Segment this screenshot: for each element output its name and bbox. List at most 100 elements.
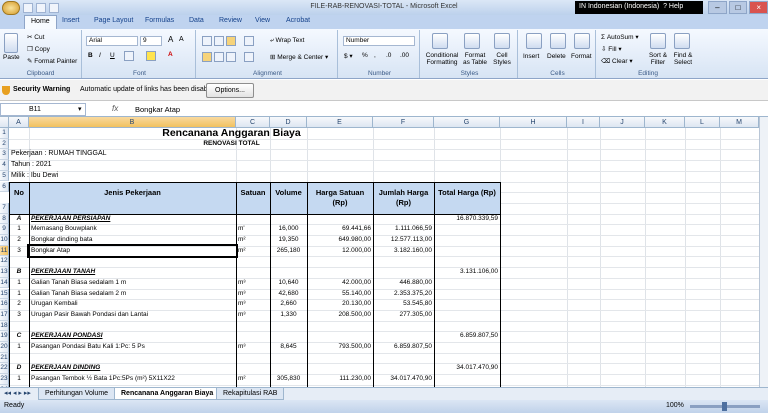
spreadsheet-grid[interactable]: A B C D E F G H I J K L M 1 2 3 4 5 6 7 8 9 10 11 12 13 14 15 16 17 18… bbox=[0, 117, 768, 387]
column-header-k[interactable]: K bbox=[645, 117, 685, 128]
copy-button[interactable]: ❐ Copy bbox=[27, 45, 50, 53]
paste-icon[interactable] bbox=[4, 33, 18, 53]
help-label[interactable]: Help bbox=[669, 3, 683, 10]
comma-icon[interactable]: , bbox=[374, 52, 376, 59]
close-icon[interactable]: × bbox=[749, 1, 768, 14]
number-format-select[interactable]: Number bbox=[343, 36, 415, 46]
row-header-4[interactable]: 4 bbox=[0, 160, 9, 171]
delete-button[interactable]: Delete bbox=[547, 53, 566, 60]
row-header-22[interactable]: 22 bbox=[0, 363, 9, 375]
clear-button[interactable]: ⌫ Clear ▾ bbox=[601, 57, 633, 65]
wrap-text-button[interactable]: ⤶ Wrap Text bbox=[270, 37, 304, 45]
cell-styles-button[interactable]: Cell Styles bbox=[490, 52, 514, 66]
increase-decimal-icon[interactable]: .0 bbox=[386, 52, 391, 59]
row-header-23[interactable]: 23 bbox=[0, 374, 9, 385]
bold-icon[interactable]: B bbox=[88, 52, 93, 59]
row-jenis[interactable]: Bongkar Atap bbox=[27, 243, 238, 258]
borders-icon[interactable] bbox=[124, 51, 134, 61]
row-header-17[interactable]: 17 bbox=[0, 309, 9, 321]
merge-center-button[interactable]: ⊞ Merge & Center ▾ bbox=[270, 53, 328, 61]
sheet-nav-icon[interactable]: ◂◂ ◂ ▸ ▸▸ bbox=[4, 389, 31, 397]
insert-cells-icon[interactable] bbox=[526, 33, 542, 49]
insert-button[interactable]: Insert bbox=[523, 53, 539, 60]
row-header-18[interactable]: 18 bbox=[0, 320, 9, 332]
tab-data[interactable]: Data bbox=[189, 17, 204, 24]
decrease-decimal-icon[interactable]: .00 bbox=[400, 52, 409, 59]
column-header-a[interactable]: A bbox=[9, 117, 29, 128]
shrink-font-icon[interactable]: A bbox=[179, 36, 184, 43]
tab-home[interactable]: Home bbox=[24, 15, 57, 29]
column-header-i[interactable]: I bbox=[567, 117, 600, 128]
row-header-10[interactable]: 10 bbox=[0, 235, 9, 246]
find-select-button[interactable]: Find & Select bbox=[670, 52, 696, 66]
row-header-19[interactable]: 19 bbox=[0, 331, 9, 342]
sort-filter-icon[interactable] bbox=[650, 33, 666, 49]
row-header-20[interactable]: 20 bbox=[0, 342, 9, 353]
font-name-select[interactable]: Arial bbox=[86, 36, 138, 46]
tab-formulas[interactable]: Formulas bbox=[145, 17, 174, 24]
align-top-icon[interactable] bbox=[202, 36, 212, 46]
grow-font-icon[interactable]: A bbox=[168, 35, 173, 44]
row-header-12[interactable]: 12 bbox=[0, 256, 9, 268]
column-header-m[interactable]: M bbox=[720, 117, 759, 128]
column-header-g[interactable]: G bbox=[434, 117, 500, 128]
column-header-h[interactable]: H bbox=[500, 117, 567, 128]
row-header-9[interactable]: 9 bbox=[0, 224, 9, 235]
align-center-icon[interactable] bbox=[214, 52, 224, 62]
sheet-tab-perhitungan[interactable]: Perhitungan Volume bbox=[38, 388, 116, 400]
column-header-j[interactable]: J bbox=[600, 117, 645, 128]
row-header-5[interactable]: 5 bbox=[0, 170, 9, 182]
row-header-3[interactable]: 3 bbox=[0, 149, 9, 161]
chevron-down-icon[interactable]: ▾ bbox=[78, 105, 82, 113]
minimize-icon[interactable]: – bbox=[708, 1, 727, 14]
select-all-corner[interactable] bbox=[0, 117, 9, 128]
fill-color-icon[interactable] bbox=[146, 51, 156, 61]
column-header-l[interactable]: L bbox=[685, 117, 720, 128]
zoom-slider-handle[interactable] bbox=[722, 402, 727, 411]
row-header-13[interactable]: 13 bbox=[0, 267, 9, 278]
tab-review[interactable]: Review bbox=[219, 17, 242, 24]
row-header-8[interactable]: 8 bbox=[0, 213, 9, 225]
format-cells-icon[interactable] bbox=[574, 33, 590, 49]
sheet-tab-rab[interactable]: Rencanana Anggaran Biaya bbox=[114, 388, 221, 400]
italic-icon[interactable]: I bbox=[99, 52, 101, 59]
paste-button[interactable]: Paste bbox=[3, 54, 20, 61]
name-box[interactable]: B11 bbox=[0, 103, 86, 116]
function-icon[interactable]: fx bbox=[112, 104, 118, 113]
cut-button[interactable]: ✂ Cut bbox=[27, 33, 44, 41]
format-as-table-icon[interactable] bbox=[464, 33, 480, 49]
indent-icon[interactable] bbox=[244, 52, 254, 62]
find-select-icon[interactable] bbox=[674, 33, 690, 49]
vertical-scrollbar[interactable] bbox=[759, 117, 768, 387]
tab-page-layout[interactable]: Page Layout bbox=[94, 17, 133, 24]
align-bottom-icon[interactable] bbox=[226, 36, 236, 46]
align-middle-icon[interactable] bbox=[214, 36, 224, 46]
format-as-table-button[interactable]: Format as Table bbox=[462, 52, 488, 66]
row-header-14[interactable]: 14 bbox=[0, 277, 9, 289]
row-header-7[interactable]: 7 bbox=[0, 202, 9, 214]
row-header-1[interactable]: 1 bbox=[0, 128, 9, 139]
fill-button[interactable]: ⇩ Fill ▾ bbox=[601, 45, 622, 53]
font-color-icon[interactable]: A bbox=[168, 51, 173, 58]
conditional-formatting-icon[interactable] bbox=[432, 33, 448, 49]
underline-icon[interactable]: U bbox=[110, 52, 115, 59]
align-left-icon[interactable] bbox=[202, 52, 212, 62]
format-painter-button[interactable]: ✎ Format Painter bbox=[27, 57, 77, 65]
sort-filter-button[interactable]: Sort & Filter bbox=[646, 52, 670, 66]
sheet-tab-rekapitulasi[interactable]: Rekapitulasi RAB bbox=[216, 388, 285, 400]
row-header-6[interactable]: 6 bbox=[0, 181, 9, 193]
tab-insert[interactable]: Insert bbox=[62, 17, 80, 24]
cell-styles-icon[interactable] bbox=[494, 33, 510, 49]
autosum-button[interactable]: Σ AutoSum ▾ bbox=[601, 33, 639, 41]
format-button[interactable]: Format bbox=[571, 53, 592, 60]
align-right-icon[interactable] bbox=[226, 52, 236, 62]
maximize-icon[interactable]: □ bbox=[728, 1, 748, 14]
row-header-2[interactable]: 2 bbox=[0, 138, 9, 150]
help-icon[interactable]: ? bbox=[663, 3, 667, 10]
options-button[interactable]: Options... bbox=[206, 83, 254, 98]
tab-view[interactable]: View bbox=[255, 17, 270, 24]
percent-icon[interactable]: % bbox=[362, 52, 368, 59]
font-size-select[interactable]: 9 bbox=[140, 36, 162, 46]
formula-input[interactable]: Bongkar Atap bbox=[135, 105, 180, 114]
row-header-16[interactable]: 16 bbox=[0, 299, 9, 310]
